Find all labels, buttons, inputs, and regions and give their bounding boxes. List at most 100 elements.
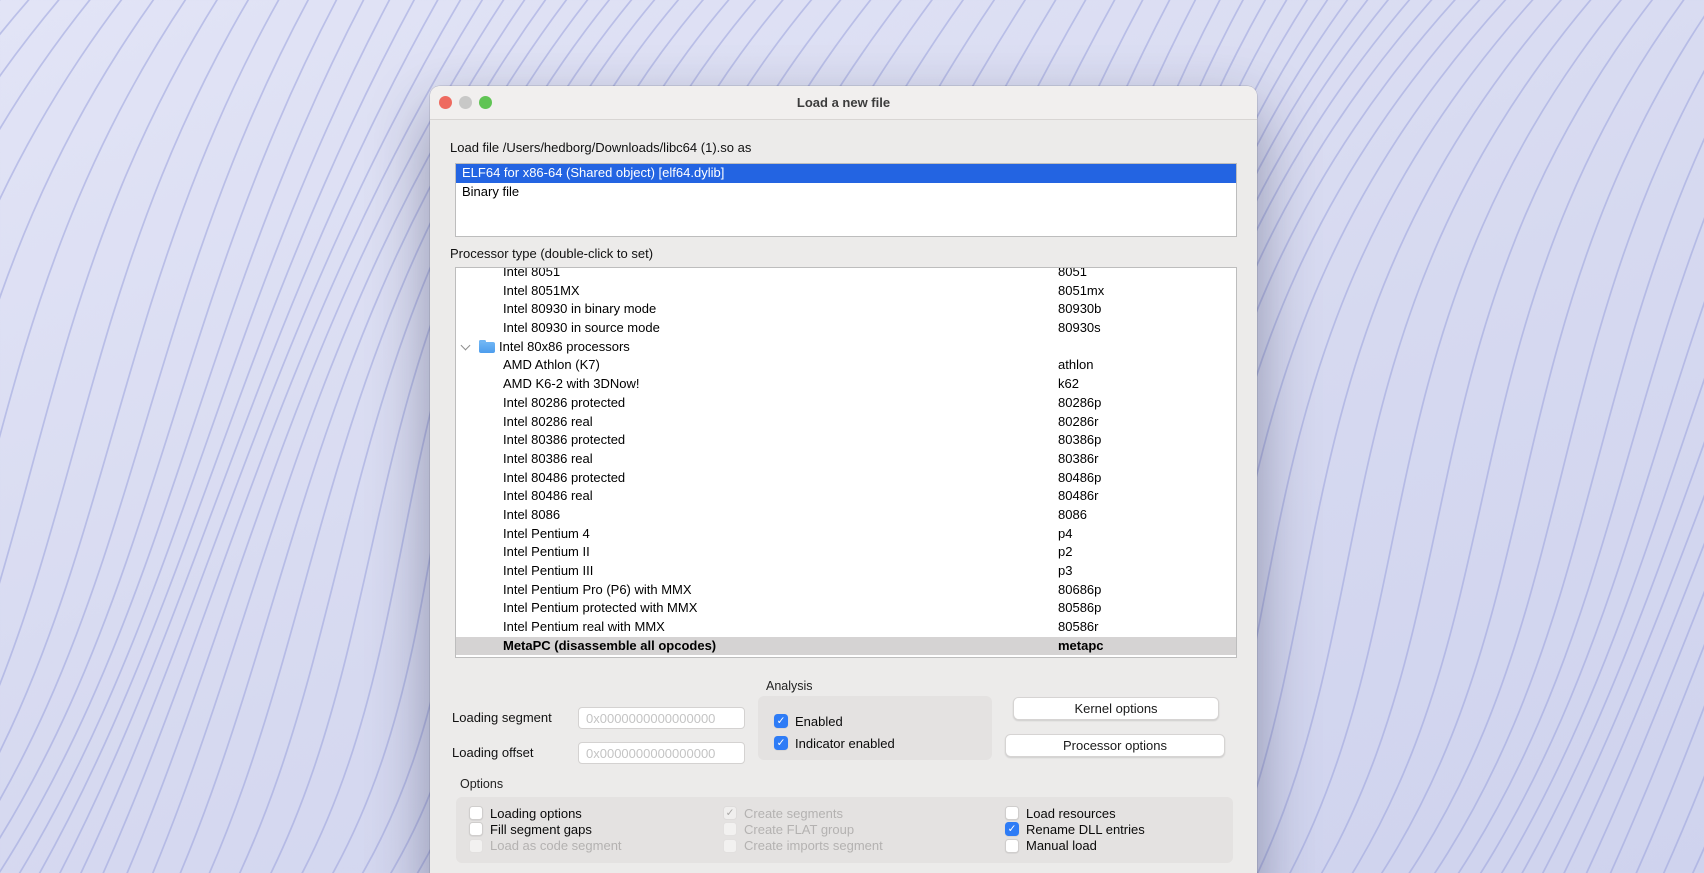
checkbox-option: Create FLAT group [723, 821, 883, 837]
checkbox-option[interactable]: Loading options [469, 805, 622, 821]
processor-short-name: p3 [1058, 562, 1072, 581]
file-format-list[interactable]: ELF64 for x86-64 (Shared object) [elf64.… [455, 163, 1237, 237]
processor-row[interactable]: Intel 80930 in binary mode 80930b [456, 300, 1236, 319]
processor-row[interactable]: Intel Pentium III p3 [456, 562, 1236, 581]
processor-name: Intel 80386 real [503, 450, 593, 469]
processor-name: Intel 80486 real [503, 487, 593, 506]
processor-group-row[interactable]: Intel 80x86 processors [456, 338, 1236, 357]
folder-icon [479, 342, 495, 354]
processor-row[interactable]: Intel 80286 real 80286r [456, 413, 1236, 432]
processor-type-list[interactable]: Intel 80518051Intel 8051MX8051mxIntel 80… [455, 267, 1237, 658]
processor-name: Intel Pentium Pro (P6) with MMX [503, 581, 692, 600]
checkbox-option: Create imports segment [723, 838, 883, 854]
processor-short-name: 80930b [1058, 300, 1101, 319]
checkbox-option: Load as code segment [469, 838, 622, 854]
checkbox[interactable]: ✓ [1005, 822, 1019, 836]
checkbox [723, 839, 737, 853]
processor-row[interactable]: Intel 80386 real 80386r [456, 450, 1236, 469]
load-new-file-dialog: Load a new file Load file /Users/hedborg… [430, 86, 1257, 873]
checkbox[interactable] [1005, 806, 1019, 820]
processor-short-name: 80486r [1058, 487, 1098, 506]
checkbox-label: Load resources [1026, 806, 1116, 821]
processor-row[interactable]: Intel 80930 in source mode 80930s [456, 319, 1236, 338]
processor-short-name: 80686p [1058, 581, 1101, 600]
processor-name: Intel Pentium protected with MMX [503, 599, 697, 618]
processor-name: Intel 8086 [503, 506, 560, 525]
processor-name: MetaPC (disassemble all opcodes) [503, 637, 716, 656]
file-format-option[interactable]: Binary file [456, 183, 1236, 202]
processor-short-name: 80286r [1058, 413, 1098, 432]
checkbox-label: Enabled [795, 714, 843, 729]
processor-name: Intel Pentium III [503, 562, 593, 581]
processor-row[interactable]: MetaPC (disassemble all opcodes) metapc [456, 637, 1236, 656]
processor-row[interactable]: AMD K6-2 with 3DNow! k62 [456, 375, 1236, 394]
processor-name: Intel 80286 real [503, 413, 593, 432]
processor-name: Intel Pentium real with MMX [503, 618, 665, 637]
processor-options-button[interactable]: Processor options [1005, 734, 1225, 757]
checkbox-label: Create imports segment [744, 838, 883, 853]
processor-name: Intel 8051MX [503, 282, 580, 301]
analysis-group-box: ✓ Enabled ✓ Indicator enabled [758, 696, 992, 760]
kernel-options-button[interactable]: Kernel options [1013, 697, 1219, 720]
processor-row[interactable]: Intel 8051MX 8051mx [456, 282, 1236, 301]
window-title: Load a new file [430, 86, 1257, 120]
processor-name: Intel 8051 [503, 267, 560, 282]
checkbox[interactable]: ✓ [774, 736, 788, 750]
checkbox-option[interactable]: Fill segment gaps [469, 821, 622, 837]
processor-short-name: 80486p [1058, 469, 1101, 488]
checkbox-label: Create segments [744, 806, 843, 821]
processor-row[interactable]: Intel 8051 8051 [456, 267, 1236, 282]
processor-short-name: 80386r [1058, 450, 1098, 469]
processor-short-name: 80930s [1058, 319, 1101, 338]
processor-name: Intel 80930 in binary mode [503, 300, 656, 319]
processor-short-name: 8051 [1058, 267, 1087, 282]
checkbox[interactable]: ✓ [774, 714, 788, 728]
file-format-option[interactable]: ELF64 for x86-64 (Shared object) [elf64.… [456, 164, 1236, 183]
processor-row[interactable]: Intel Pentium IIp2 [456, 543, 1236, 562]
processor-row[interactable]: Intel Pentium 4 p4 [456, 525, 1236, 544]
processor-name: Intel Pentium 4 [503, 525, 590, 544]
processor-short-name: 80386p [1058, 431, 1101, 450]
processor-name: Intel 80930 in source mode [503, 319, 660, 338]
processor-short-name: p4 [1058, 525, 1072, 544]
processor-row[interactable]: Intel Pentium Pro (P6) with MMX 80686p [456, 581, 1236, 600]
checkbox [469, 839, 483, 853]
checkbox-label: Indicator enabled [795, 736, 895, 751]
processor-row[interactable]: Intel 80286 protected 80286p [456, 394, 1236, 413]
checkbox-label: Manual load [1026, 838, 1097, 853]
checkbox-label: Loading options [490, 806, 582, 821]
processor-short-name: 80286p [1058, 394, 1101, 413]
loading-offset-label: Loading offset [452, 745, 533, 760]
processor-short-name: k62 [1058, 375, 1079, 394]
checkbox[interactable] [469, 822, 483, 836]
processor-row[interactable]: Intel 8086 8086 [456, 506, 1236, 525]
processor-row[interactable]: Intel 80386 protected 80386p [456, 431, 1236, 450]
processor-name: Intel 80386 protected [503, 431, 625, 450]
loading-offset-input[interactable] [578, 742, 745, 764]
processor-short-name: 8051mx [1058, 282, 1104, 301]
checkbox-option[interactable]: ✓ Enabled [774, 710, 992, 732]
checkbox[interactable] [469, 806, 483, 820]
processor-short-name: 8086 [1058, 506, 1087, 525]
checkbox-option[interactable]: Load resources [1005, 805, 1145, 821]
processor-name: AMD K6-2 with 3DNow! [503, 375, 640, 394]
processor-short-name: p2 [1058, 543, 1072, 562]
checkbox [723, 822, 737, 836]
checkbox[interactable] [1005, 839, 1019, 853]
processor-short-name: 80586r [1058, 618, 1098, 637]
title-bar[interactable]: Load a new file [430, 86, 1257, 120]
chevron-down-icon[interactable] [461, 341, 471, 351]
processor-short-name: metapc [1058, 637, 1104, 656]
checkbox-option[interactable]: ✓Rename DLL entries [1005, 821, 1145, 837]
processor-row[interactable]: Intel 80486 protected80486p [456, 469, 1236, 488]
options-group-label: Options [460, 777, 503, 791]
checkbox-option[interactable]: ✓ Indicator enabled [774, 732, 992, 754]
loading-segment-input[interactable] [578, 707, 745, 729]
processor-row[interactable]: Intel Pentium real with MMX 80586r [456, 618, 1236, 637]
processor-row[interactable]: Intel 80486 real 80486r [456, 487, 1236, 506]
checkbox-label: Load as code segment [490, 838, 622, 853]
processor-row[interactable]: Intel Pentium protected with MMX80586p [456, 599, 1236, 618]
processor-row[interactable]: AMD Athlon (K7)athlon [456, 356, 1236, 375]
checkbox-option[interactable]: Manual load [1005, 838, 1145, 854]
processor-name: Intel 80286 protected [503, 394, 625, 413]
